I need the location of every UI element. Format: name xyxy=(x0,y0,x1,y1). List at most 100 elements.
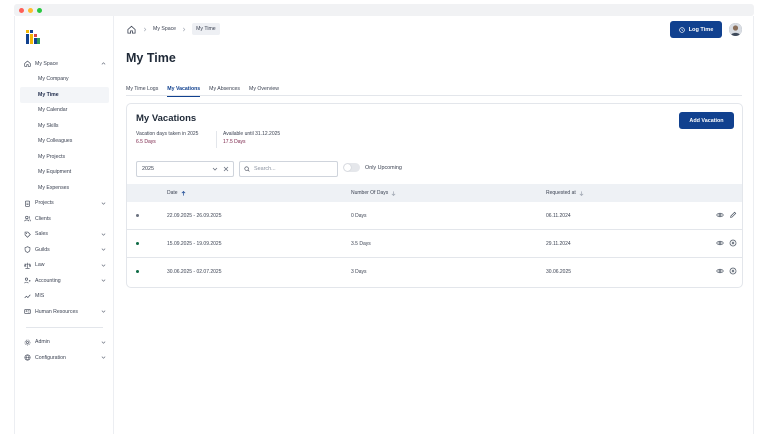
sort-icon xyxy=(579,190,584,196)
row-days: 0 Days xyxy=(351,213,367,219)
sidebar-item-label: My Equipment xyxy=(38,169,72,176)
vacation-taken-value: 6.5 Days xyxy=(136,139,156,145)
app-window: My Space My Company My Time My Calendar … xyxy=(14,16,754,434)
sidebar-item-guilds[interactable]: Guilds xyxy=(20,242,109,258)
close-window-dot[interactable] xyxy=(19,7,24,13)
table-row[interactable]: 15.09.2025 - 19.09.2025 3.5 Days 29.11.2… xyxy=(127,230,742,258)
sidebar-item-admin[interactable]: Admin xyxy=(20,335,109,351)
sidebar-item-mis[interactable]: MIS xyxy=(20,289,109,305)
chevron-down-icon xyxy=(101,279,106,282)
cancel-icon[interactable] xyxy=(729,239,737,247)
chevron-up-icon xyxy=(101,62,106,65)
sidebar-item-label: Projects xyxy=(35,200,54,207)
sidebar-item-configuration[interactable]: Configuration xyxy=(20,350,109,366)
chevron-down-icon xyxy=(101,310,106,313)
row-requested: 06.11.2024 xyxy=(546,213,571,219)
sidebar-item-my-equipment[interactable]: My Equipment xyxy=(20,165,109,181)
main-content: My Space My Time Log Time My Time My Tim… xyxy=(114,16,755,434)
sidebar-item-my-expenses[interactable]: My Expenses xyxy=(20,180,109,196)
tab-my-absences[interactable]: My Absences xyxy=(209,82,240,96)
sidebar-item-label: MIS xyxy=(35,293,45,300)
column-requested-label: Requested at xyxy=(546,190,576,196)
column-requested-at[interactable]: Requested at xyxy=(546,190,584,196)
sidebar: My Space My Company My Time My Calendar … xyxy=(15,16,114,434)
tab-my-vacations[interactable]: My Vacations xyxy=(167,82,200,97)
search-icon xyxy=(244,166,250,172)
chart-icon xyxy=(24,293,31,300)
row-requested: 30.06.2025 xyxy=(546,269,572,275)
eye-icon[interactable] xyxy=(716,267,724,275)
home-icon[interactable] xyxy=(126,24,137,35)
row-date: 30.06.2025 - 02.07.2025 xyxy=(167,269,222,275)
cancel-icon[interactable] xyxy=(729,267,737,275)
column-number-of-days[interactable]: Number Of Days xyxy=(351,190,396,196)
edit-icon[interactable] xyxy=(729,211,737,219)
sidebar-item-my-space[interactable]: My Space xyxy=(20,56,109,72)
log-time-button[interactable]: Log Time xyxy=(670,21,722,38)
logo-icon[interactable] xyxy=(26,30,40,44)
users-icon xyxy=(24,215,31,222)
sidebar-item-label: My Company xyxy=(38,76,69,83)
chevron-down-icon[interactable] xyxy=(212,166,218,172)
chevron-down-icon xyxy=(101,232,106,236)
vacations-title: My Vacations xyxy=(136,113,197,124)
sidebar-item-my-calendar[interactable]: My Calendar xyxy=(20,103,109,119)
avatar[interactable] xyxy=(729,23,742,36)
table-row[interactable]: 30.06.2025 - 02.07.2025 3 Days 30.06.202… xyxy=(127,258,742,286)
tab-my-overview[interactable]: My Overview xyxy=(249,82,279,96)
clear-icon[interactable] xyxy=(223,166,229,172)
column-date[interactable]: Date xyxy=(167,190,186,196)
minimize-window-dot[interactable] xyxy=(28,7,33,13)
search-field[interactable] xyxy=(239,161,338,177)
sidebar-item-my-colleagues[interactable]: My Colleagues xyxy=(20,134,109,150)
sidebar-item-label: Human Resources xyxy=(35,308,78,315)
sort-ascending-icon xyxy=(181,190,185,196)
sidebar-item-label: My Colleagues xyxy=(38,138,73,145)
row-requested: 29.11.2024 xyxy=(546,241,571,247)
row-days: 3.5 Days xyxy=(351,241,371,247)
vacation-taken-stat: Vacation days taken in 2025 6.5 Days xyxy=(136,131,198,145)
sidebar-item-label: Law xyxy=(35,262,45,269)
chevron-down-icon xyxy=(101,356,106,359)
maximize-window-dot[interactable] xyxy=(37,7,42,13)
sidebar-nav: My Space My Company My Time My Calendar … xyxy=(20,56,109,366)
eye-icon[interactable] xyxy=(716,211,724,219)
only-upcoming-toggle[interactable]: Only Upcoming xyxy=(343,163,402,172)
sidebar-item-label: Clients xyxy=(35,215,51,222)
sidebar-item-my-projects[interactable]: My Projects xyxy=(20,149,109,165)
vacation-taken-label: Vacation days taken in 2025 xyxy=(136,131,199,137)
chevron-right-icon xyxy=(183,27,186,31)
sidebar-item-label: Guilds xyxy=(35,246,50,253)
vacations-card: My Vacations Vacation days taken in 2025… xyxy=(126,103,743,288)
eye-icon[interactable] xyxy=(716,239,724,247)
stat-divider xyxy=(216,131,217,148)
gear-icon xyxy=(24,339,31,346)
status-dot xyxy=(136,242,139,245)
sidebar-item-my-company[interactable]: My Company xyxy=(20,72,109,88)
sidebar-item-clients[interactable]: Clients xyxy=(20,211,109,227)
sidebar-item-label: Sales xyxy=(35,231,48,238)
sidebar-item-label: My Expenses xyxy=(38,184,70,191)
chevron-down-icon xyxy=(101,340,106,344)
search-input[interactable] xyxy=(254,166,334,172)
row-date: 15.09.2025 - 19.09.2025 xyxy=(167,241,222,247)
sidebar-item-sales[interactable]: Sales xyxy=(20,227,109,243)
column-days-label: Number Of Days xyxy=(351,190,389,196)
sidebar-item-label: My Projects xyxy=(38,153,66,160)
vacation-available-label: Available until 31.12.2025 xyxy=(223,131,281,137)
breadcrumb-item-my-space[interactable]: My Space xyxy=(153,26,176,32)
sidebar-item-accounting[interactable]: Accounting xyxy=(20,273,109,289)
status-dot xyxy=(136,214,139,217)
chevron-down-icon xyxy=(101,263,106,267)
only-upcoming-switch[interactable] xyxy=(343,163,360,172)
table-row[interactable]: 22.09.2025 - 26.09.2025 0 Days 06.11.202… xyxy=(127,202,742,230)
sidebar-item-my-skills[interactable]: My Skills xyxy=(20,118,109,134)
sidebar-item-projects[interactable]: Projects xyxy=(20,196,109,212)
add-vacation-button[interactable]: Add Vacation xyxy=(679,112,734,129)
sidebar-item-law[interactable]: Law xyxy=(20,258,109,274)
year-select[interactable]: 2025 xyxy=(136,161,234,177)
sidebar-divider xyxy=(26,326,103,328)
sidebar-item-human-resources[interactable]: Human Resources xyxy=(20,304,109,320)
sidebar-item-my-time[interactable]: My Time xyxy=(20,87,109,103)
tab-my-time-logs[interactable]: My Time Logs xyxy=(126,82,158,96)
